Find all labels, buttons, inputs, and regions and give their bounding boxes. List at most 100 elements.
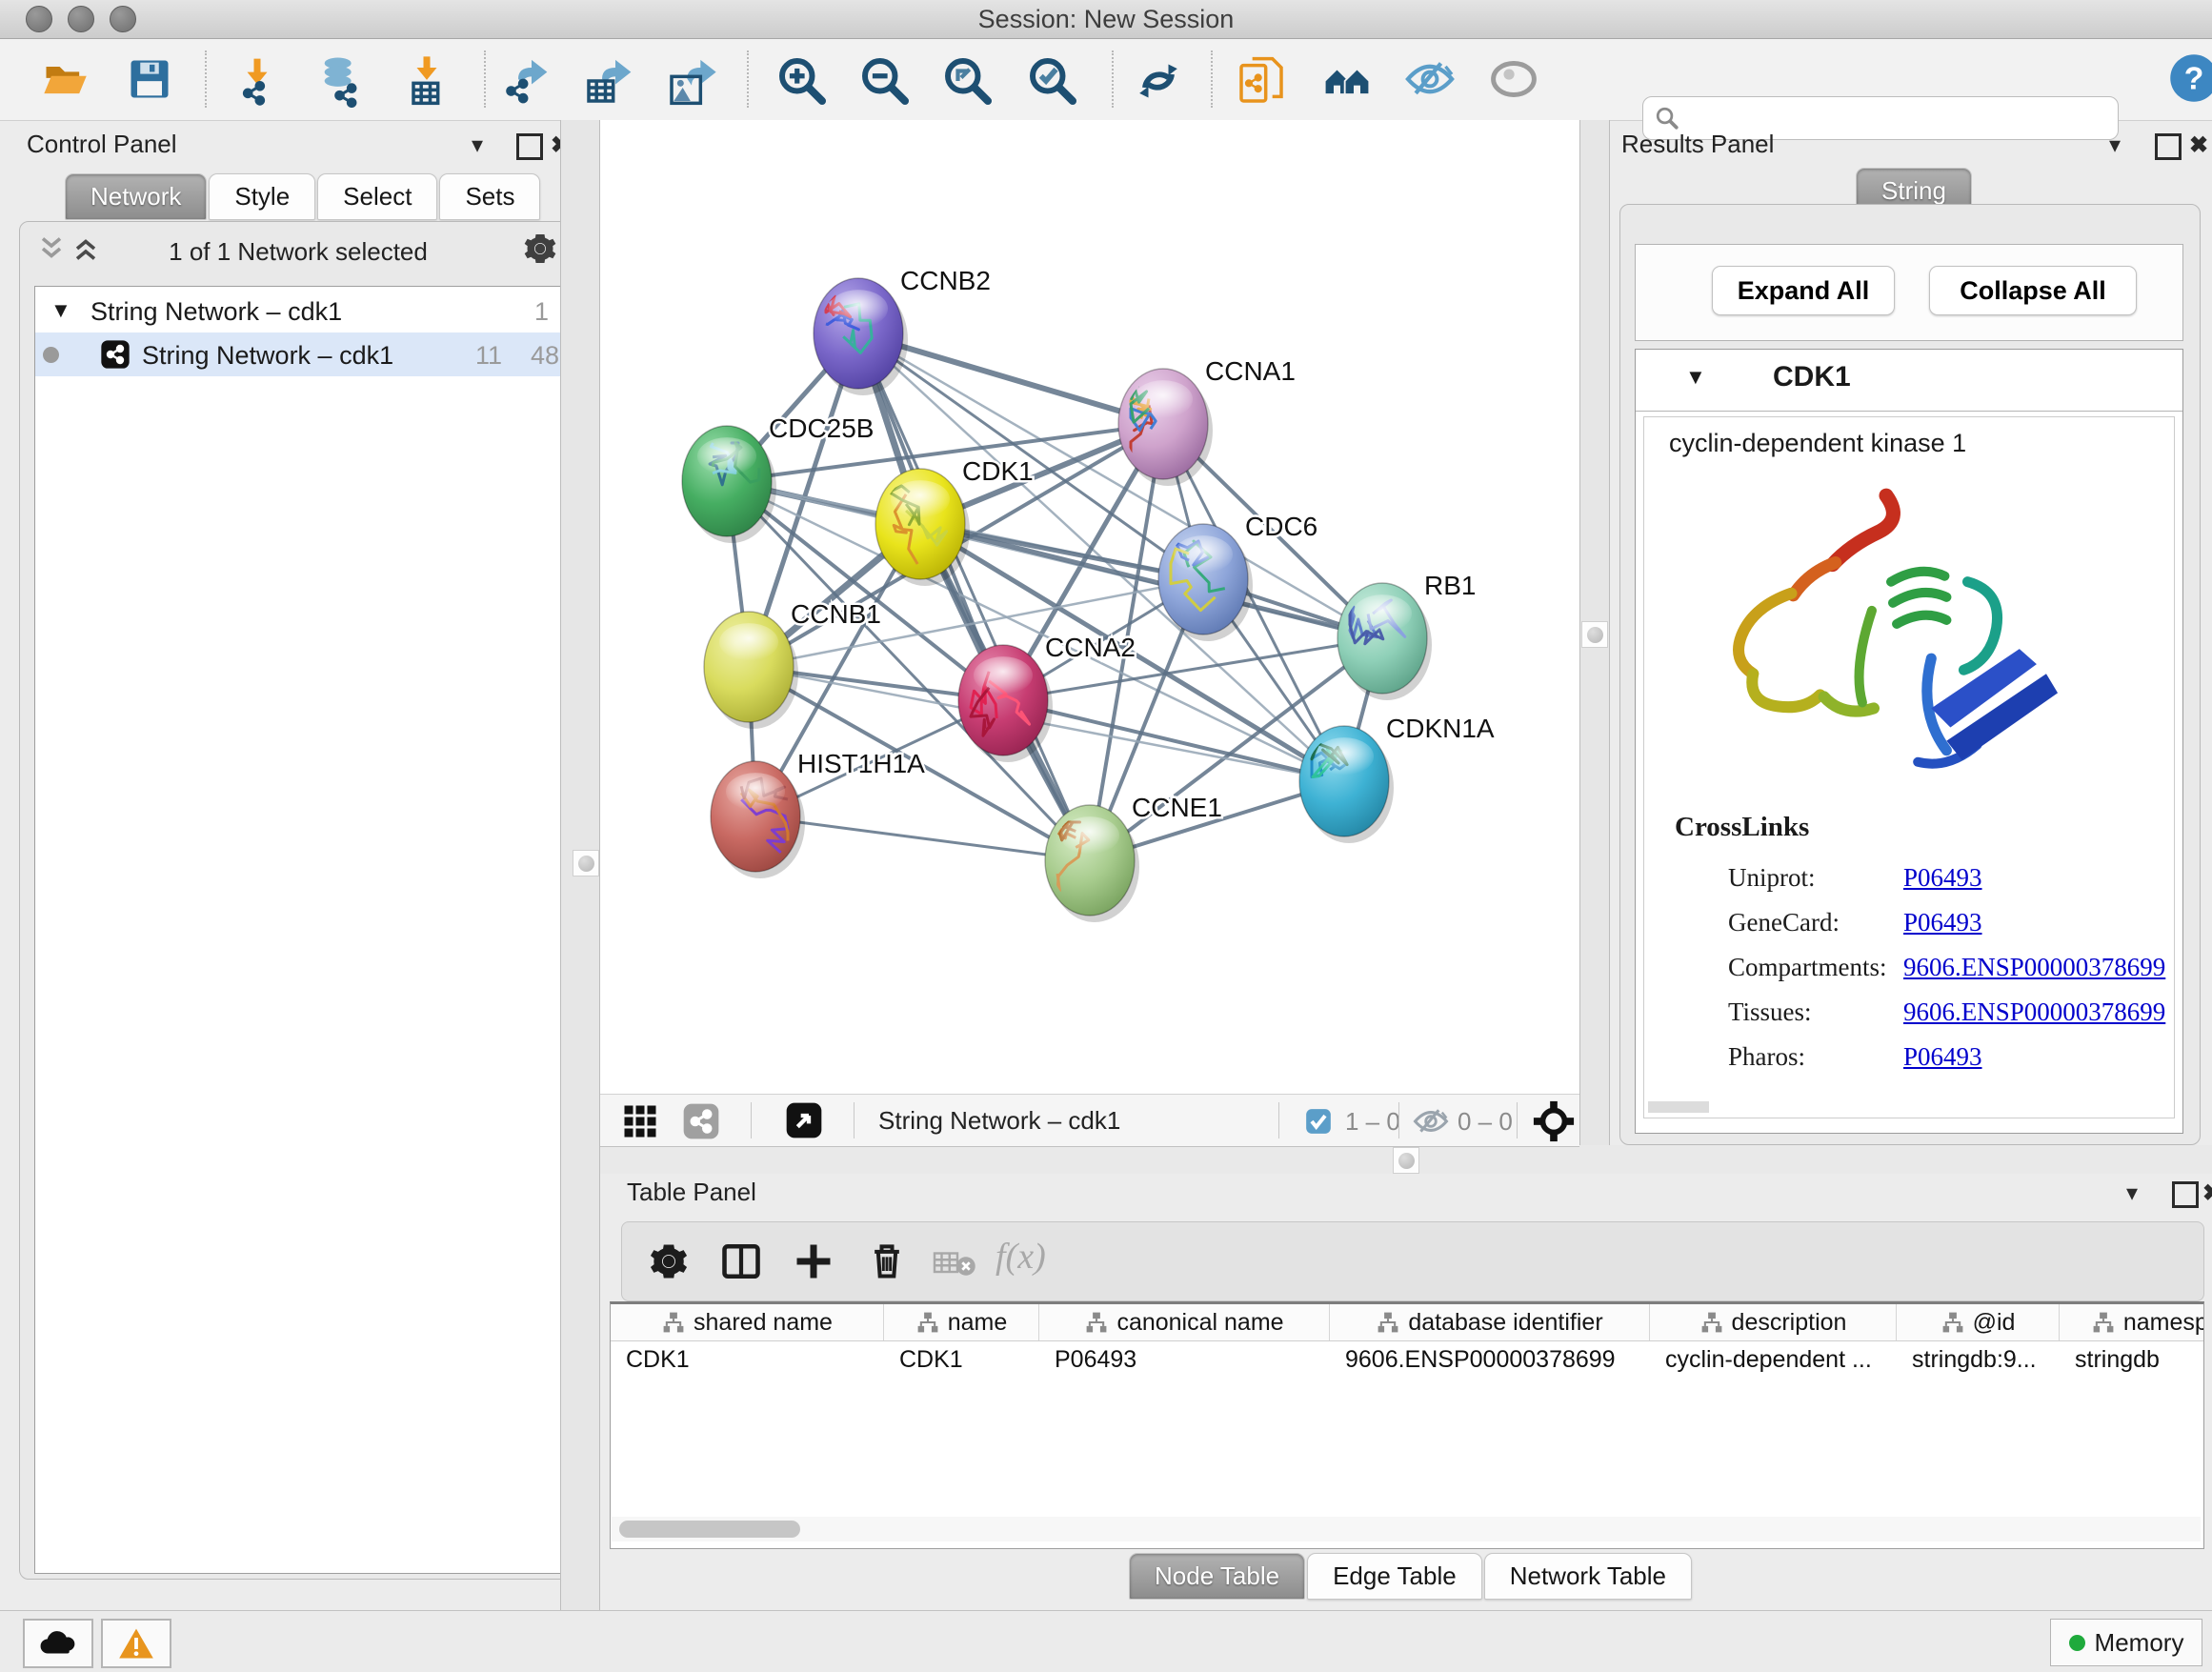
zoom-selected-icon[interactable] [1026,54,1079,108]
svg-text:?: ? [2184,60,2204,96]
fit-content-crosshair-icon[interactable] [1532,1099,1576,1143]
cloud-button[interactable] [23,1619,93,1668]
column-header-namespace[interactable]: namespace [2060,1304,2204,1340]
home-networks-icon[interactable] [1320,54,1374,108]
create-column-icon[interactable] [794,1241,834,1281]
tab-node-table[interactable]: Node Table [1129,1553,1305,1600]
control-panel-float-icon[interactable] [516,133,543,160]
tab-style[interactable]: Style [209,173,315,220]
export-image-icon[interactable] [665,54,718,108]
column-header--id[interactable]: @id [1897,1304,2060,1340]
table-panel-title: Table Panel [627,1178,756,1207]
table-hscrollbar[interactable] [612,1517,2201,1541]
network-view-canvas[interactable]: CCNB2CCNA1CDC25BCDK1CDC6RB1CCNB1CCNA2CDK… [600,120,1579,1094]
birds-eye-view-icon[interactable] [785,1101,823,1139]
show-all-icon[interactable] [1487,54,1540,104]
column-header-name[interactable]: name [884,1304,1039,1340]
node-label-CDC6: CDC6 [1245,512,1317,541]
left-splitter-handle[interactable] [573,850,599,876]
toolbar-separator [1112,50,1114,108]
expand-all-button[interactable]: Expand All [1712,266,1895,315]
results-panel-close-icon[interactable]: ✖ [2189,131,2208,159]
section-collapse-triangle-icon[interactable]: ▼ [1685,365,1706,390]
table-cell[interactable]: CDK1 [884,1341,1039,1378]
results-scrollbar[interactable] [1648,1101,1709,1113]
grid-view-icon[interactable] [623,1104,657,1138]
table-cell[interactable]: P06493 [1039,1341,1330,1378]
node-label-CCNA2: CCNA2 [1045,633,1136,662]
node-table: shared namenamecanonical namedatabase id… [610,1301,2204,1549]
toolbar-separator [484,50,486,108]
network-row-selected[interactable]: String Network – cdk1 11 48 [35,332,565,376]
export-network-icon[interactable] [498,54,552,108]
zoom-fit-icon[interactable] [941,54,995,108]
table-panel-menu-icon[interactable]: ▾ [2126,1179,2138,1207]
column-header-shared-name[interactable]: shared name [611,1304,884,1340]
results-panel-menu-icon[interactable]: ▾ [2109,131,2121,159]
help-icon[interactable]: ? [2168,52,2212,104]
results-section-header[interactable]: ▼ CDK1 [1636,350,2182,412]
show-columns-icon[interactable] [721,1241,761,1281]
table-cell[interactable]: CDK1 [611,1341,884,1378]
collapse-triangle-icon[interactable]: ▼ [50,298,71,323]
node-label-CCNB1: CCNB1 [791,599,881,629]
column-type-icon [1084,1310,1109,1335]
column-header-description[interactable]: description [1650,1304,1897,1340]
apply-layout-icon[interactable] [1132,54,1185,108]
table-hscrollbar-thumb[interactable] [619,1521,800,1538]
warnings-button[interactable] [101,1619,171,1668]
open-session-icon[interactable] [40,54,90,104]
column-type-icon [1376,1310,1400,1335]
memory-button[interactable]: Memory [2050,1619,2202,1666]
network-badge-icon[interactable] [682,1102,720,1140]
zoom-in-icon[interactable] [775,54,829,108]
node-label-HIST1H1A: HIST1H1A [797,749,925,778]
delete-column-icon[interactable] [866,1239,908,1281]
clone-network-icon[interactable] [1235,54,1288,108]
export-table-icon[interactable] [582,54,635,108]
control-panel-tabs: NetworkStyleSelectSets [65,173,542,220]
network-selection-status: 1 of 1 Network selected [20,237,576,267]
table-cell[interactable]: cyclin-dependent ... [1650,1341,1897,1378]
control-panel-menu-icon[interactable]: ▾ [472,131,483,159]
protein-structure-image [1688,467,2075,802]
network-options-gear-icon[interactable] [523,232,557,266]
main-toolbar: ? [0,39,2212,121]
crosslink-link[interactable]: 9606.ENSP00000378699 [1903,953,2165,982]
crosslink-link[interactable]: 9606.ENSP00000378699 [1903,997,2165,1027]
save-session-icon[interactable] [125,54,174,104]
tab-sets[interactable]: Sets [439,173,540,220]
table-panel-float-icon[interactable] [2172,1181,2199,1208]
right-splitter-handle[interactable] [1581,621,1608,648]
tab-network[interactable]: Network [65,173,207,220]
table-cell[interactable]: 9606.ENSP00000378699 [1330,1341,1650,1378]
tab-select[interactable]: Select [317,173,437,220]
memory-label: Memory [2095,1628,2184,1658]
network-graph: CCNB2CCNA1CDC25BCDK1CDC6RB1CCNB1CCNA2CDK… [600,120,1579,1094]
column-header-canonical-name[interactable]: canonical name [1039,1304,1330,1340]
memory-status-icon [2069,1635,2085,1651]
hide-selected-icon[interactable] [1403,54,1457,104]
hidden-eye-icon[interactable] [1412,1107,1450,1136]
table-options-gear-icon[interactable] [649,1241,689,1281]
import-network-icon[interactable] [231,54,284,108]
horizontal-splitter-handle[interactable] [1393,1147,1419,1174]
crosslink-link[interactable]: P06493 [1903,908,1982,937]
tab-network-table[interactable]: Network Table [1484,1553,1692,1600]
crosslink-link[interactable]: P06493 [1903,1042,1982,1072]
import-network-from-database-icon[interactable] [313,54,367,108]
table-panel-close-icon[interactable]: ✖ [2202,1179,2212,1207]
results-panel-float-icon[interactable] [2155,133,2182,160]
selected-checkbox-icon[interactable] [1305,1108,1332,1135]
table-cell[interactable]: stringdb [2060,1341,2204,1378]
network-collection-row[interactable]: ▼ String Network – cdk1 1 [35,289,565,332]
crosslink-link[interactable]: P06493 [1903,863,1982,893]
column-header-database-identifier[interactable]: database identifier [1330,1304,1650,1340]
zoom-out-icon[interactable] [858,54,912,108]
collapse-all-button[interactable]: Collapse All [1929,266,2137,315]
tab-edge-table[interactable]: Edge Table [1307,1553,1482,1600]
table-row[interactable]: CDK1CDK1P064939606.ENSP00000378699cyclin… [611,1341,2204,1378]
results-buttons-box: Expand All Collapse All [1635,244,2183,341]
import-table-icon[interactable] [400,54,453,108]
table-cell[interactable]: stringdb:9... [1897,1341,2060,1378]
